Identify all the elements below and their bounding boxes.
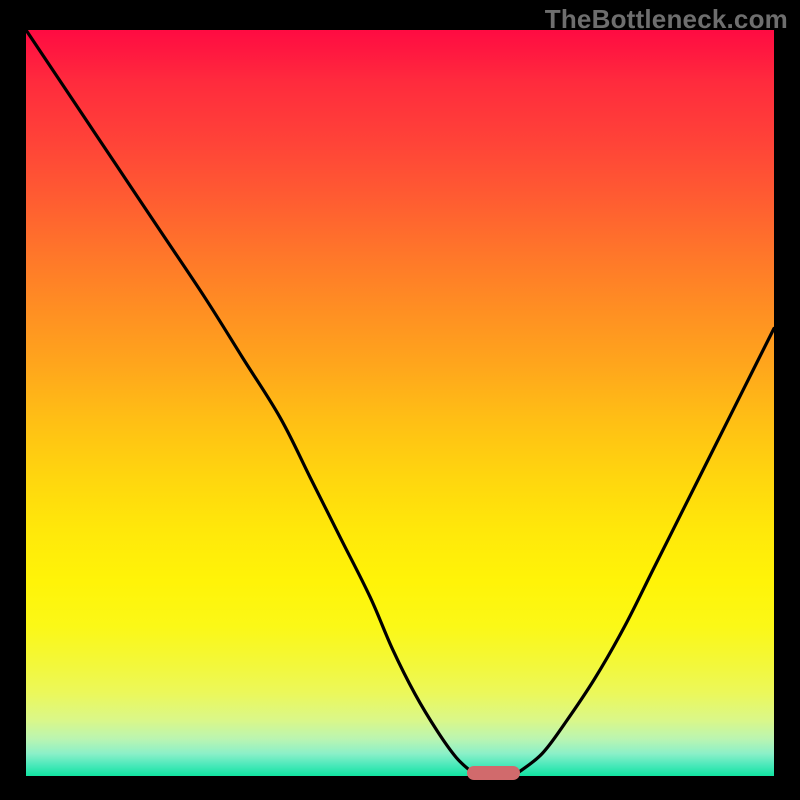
- bottleneck-marker: [467, 766, 519, 780]
- chart-frame: TheBottleneck.com: [0, 0, 800, 800]
- plot-area: [26, 30, 774, 776]
- watermark-text: TheBottleneck.com: [545, 4, 788, 35]
- bottleneck-curve: [26, 30, 774, 776]
